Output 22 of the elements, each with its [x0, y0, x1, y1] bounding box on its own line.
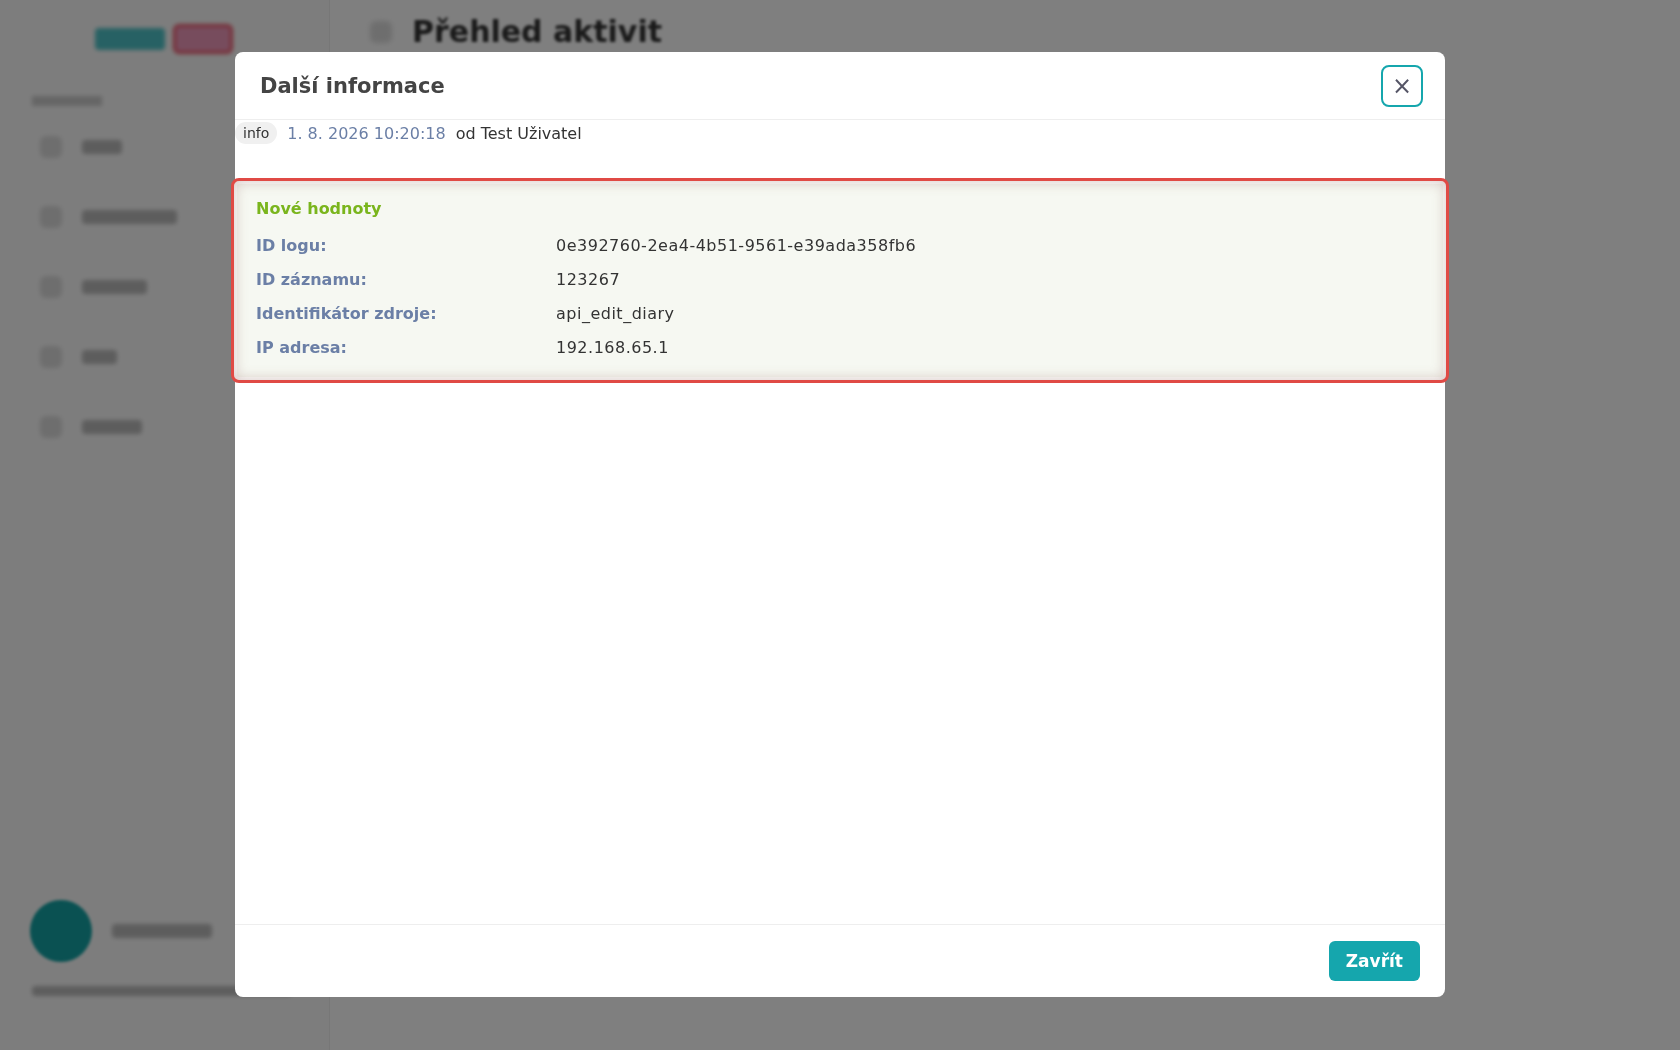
field-value: 192.168.65.1 — [556, 337, 670, 357]
blurred-menu-item[interactable] — [82, 210, 177, 224]
avatar — [30, 900, 92, 962]
section-title: Nové hodnoty — [256, 199, 383, 218]
blurred-menu-item[interactable] — [82, 420, 142, 434]
author-text: od Test Uživatel — [455, 123, 582, 143]
modal-title: Další informace — [260, 74, 445, 98]
field-label: IP adresa: — [256, 337, 348, 357]
field-value: 123267 — [556, 269, 622, 289]
logo-icon — [94, 24, 235, 54]
field-value: 0e392760-2ea4-4b51-9561-e39ada358fb6 — [556, 235, 918, 255]
blurred-menu-item[interactable] — [82, 140, 122, 154]
timestamp: 1. 8. 2026 10:20:18 — [287, 123, 446, 143]
blurred-menu-item[interactable] — [82, 350, 117, 364]
page-title: Přehled aktivit — [412, 14, 663, 49]
level-badge: info — [235, 122, 278, 144]
field-label: Identifikátor zdroje: — [256, 303, 438, 323]
close-button[interactable]: × — [1381, 65, 1423, 107]
blurred-menu-item[interactable] — [82, 280, 147, 294]
field-label: ID záznamu: — [256, 269, 368, 289]
field-value: api_edit_diary — [556, 303, 676, 323]
field-label: ID logu: — [256, 235, 328, 255]
